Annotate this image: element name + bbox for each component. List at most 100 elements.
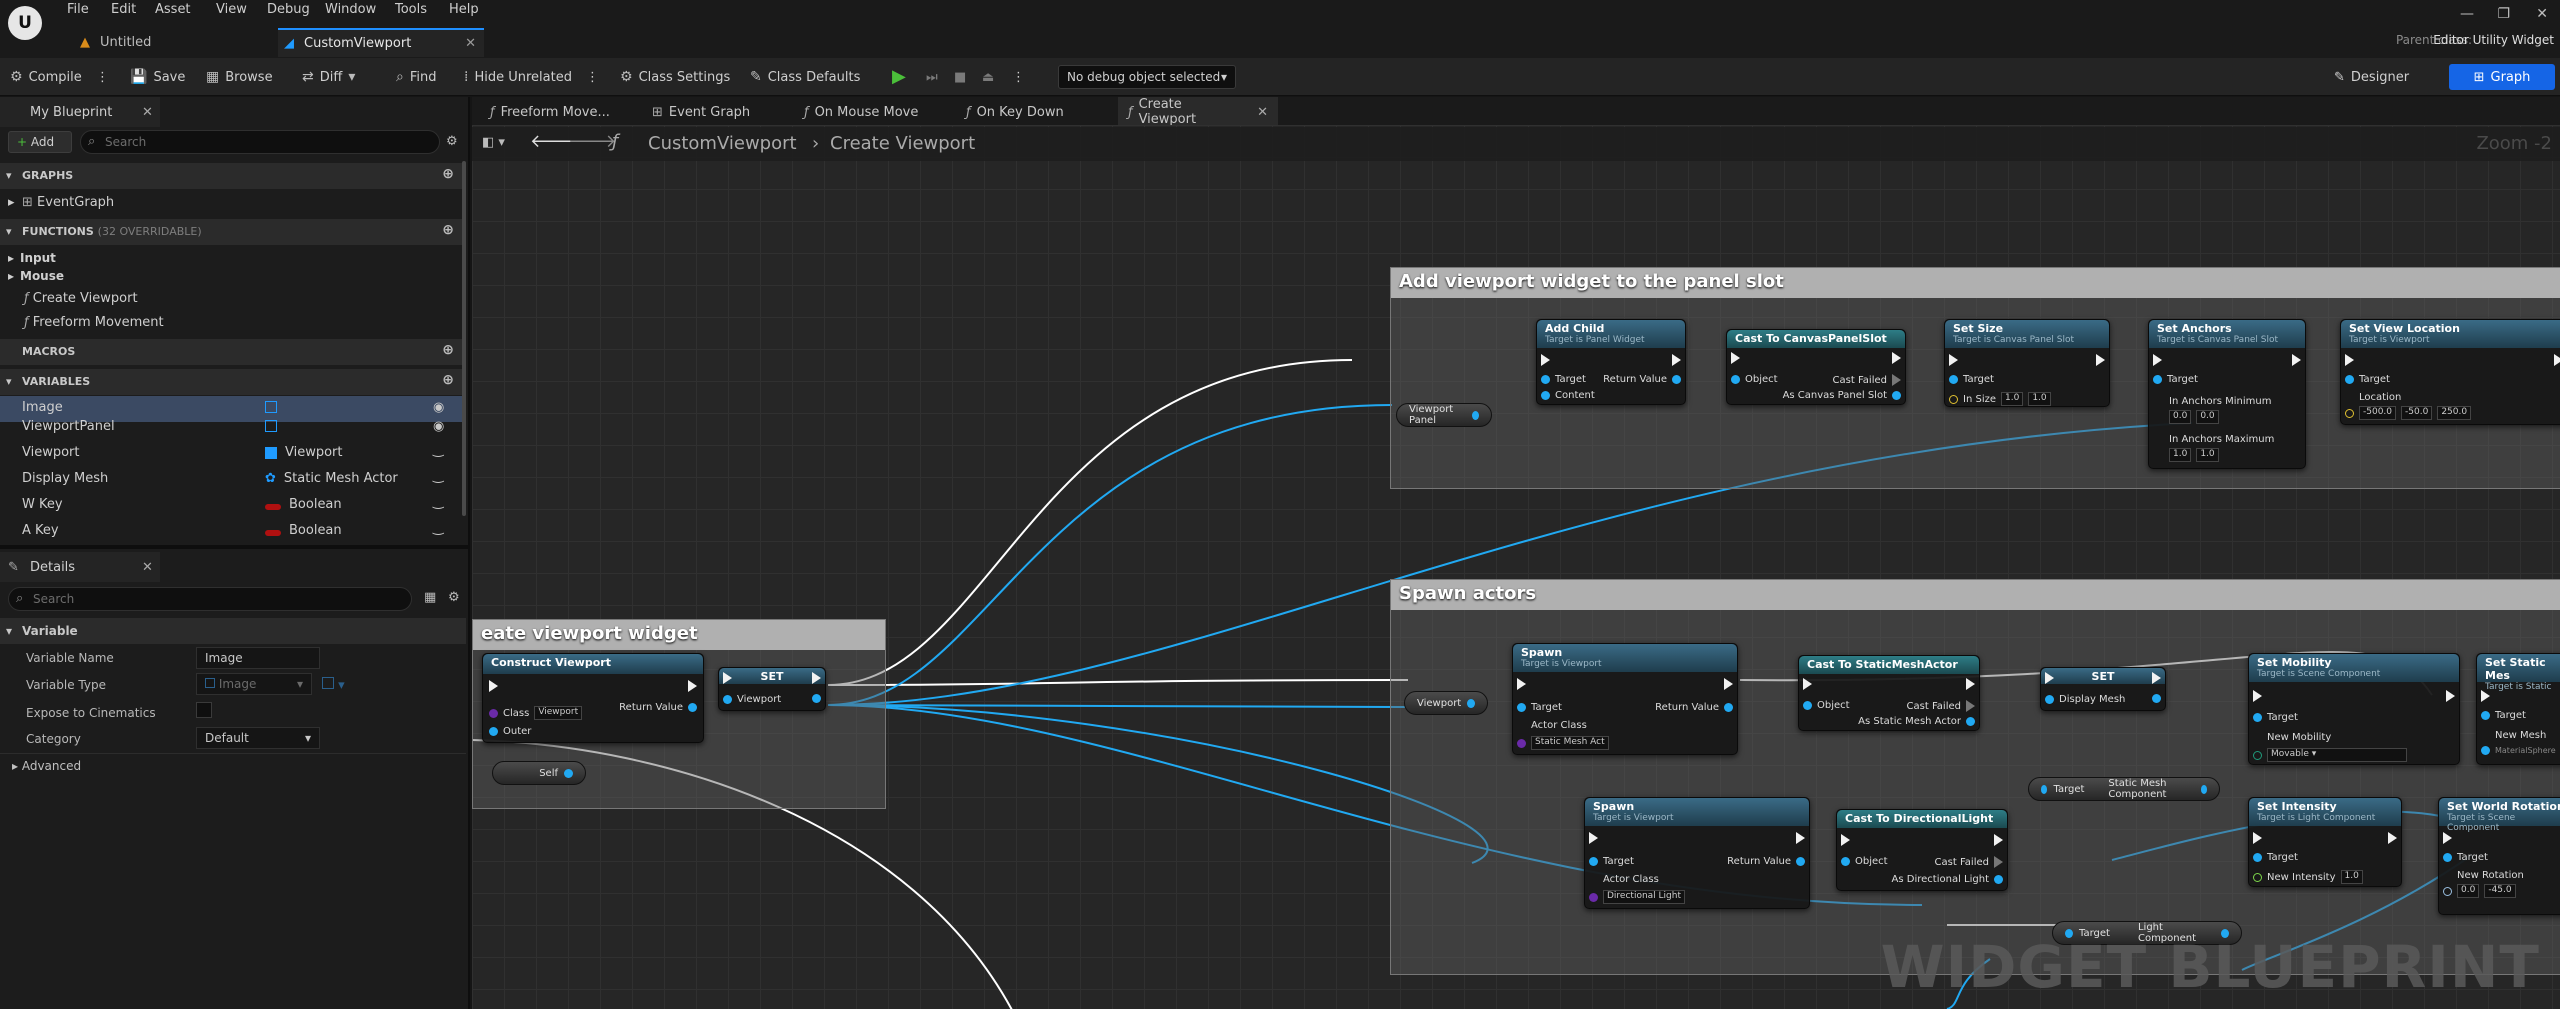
object-pin-icon[interactable] (2253, 713, 2262, 722)
object-pin-icon[interactable] (1892, 391, 1901, 400)
eye-icon[interactable]: ◉ (433, 400, 444, 415)
exec-pin-icon[interactable] (2045, 672, 2054, 684)
variable-row[interactable]: W Key Boolean ‿ (0, 493, 466, 519)
float-pin-icon[interactable] (2253, 872, 2262, 882)
location-y-field[interactable]: -50.0 (2401, 406, 2433, 420)
exec-pin-icon[interactable] (2481, 690, 2490, 702)
tab-freeform-move[interactable]: ƒ Freeform Move... (480, 97, 620, 127)
panel-splitter[interactable] (0, 545, 468, 549)
exec-pin-icon[interactable] (1724, 678, 1733, 690)
variable-row[interactable]: ViewportPanel ◉ (0, 415, 466, 441)
exec-pin-icon[interactable] (723, 672, 732, 684)
forward-arrow-icon[interactable]: 🡒 (568, 131, 616, 152)
browse-button[interactable]: ▦ Browse (206, 67, 273, 87)
variable-row[interactable]: Display Mesh ✿ Static Mesh Actor ‿ (0, 467, 466, 493)
restore-icon[interactable]: ❐ (2497, 6, 2510, 22)
tab-create-viewport[interactable]: ƒ Create Viewport ✕ (1118, 97, 1278, 127)
actor-class-select[interactable]: Static Mesh Act (1531, 736, 1609, 750)
variable-row[interactable]: A Key Boolean ‿ (0, 519, 466, 545)
designer-button[interactable]: ✎ Designer (2334, 65, 2409, 89)
node-set-intensity[interactable]: Set Intensity Target is Light Component T… (2248, 797, 2402, 887)
exec-pin-icon[interactable] (1892, 374, 1901, 386)
exec-pin-icon[interactable] (2345, 354, 2354, 366)
minimize-icon[interactable]: — (2460, 6, 2474, 22)
gear-icon[interactable]: ⚙ (448, 590, 460, 605)
eye-closed-icon[interactable]: ‿ (433, 469, 443, 484)
size-x-field[interactable]: 1.0 (2001, 392, 2024, 406)
node-static-mesh-component[interactable]: Target Static Mesh Component (2028, 777, 2220, 801)
menu-debug[interactable]: Debug (267, 2, 310, 22)
object-pin-icon[interactable] (1724, 703, 1733, 712)
eye-closed-icon[interactable]: ‿ (433, 521, 443, 536)
node-set-size[interactable]: Set Size Target is Canvas Panel Slot Targ… (1944, 319, 2110, 407)
graphs-section[interactable]: ▾ GRAPHS ⊕ (0, 163, 466, 189)
play-icon[interactable]: ▶ (892, 66, 906, 87)
parent-class-value[interactable]: Editor Utility Widget (2433, 33, 2554, 47)
breadcrumb-root[interactable]: CustomViewport (648, 133, 797, 154)
class-pin-icon[interactable] (1589, 892, 1598, 902)
eye-closed-icon[interactable]: ‿ (433, 495, 443, 510)
doc-tab-customviewport[interactable]: ◢ CustomViewport ✕ (278, 28, 484, 57)
add-function-icon[interactable]: ⊕ (442, 222, 454, 238)
anchor-max-y-field[interactable]: 1.0 (2196, 448, 2219, 462)
node-set-anchors[interactable]: Set Anchors Target is Canvas Panel Slot T… (2148, 319, 2306, 469)
class-pin-icon[interactable] (489, 708, 498, 718)
class-defaults-button[interactable]: ✎ Class Defaults (750, 67, 860, 87)
location-z-field[interactable]: 250.0 (2437, 406, 2472, 420)
enum-pin-icon[interactable] (2253, 750, 2262, 760)
container-type-select[interactable]: ▾ (322, 677, 345, 693)
macros-section[interactable]: MACROS ⊕ (0, 339, 466, 365)
add-graph-icon[interactable]: ⊕ (442, 166, 454, 182)
object-pin-icon[interactable] (1949, 375, 1958, 384)
compile-button[interactable]: ⚙ Compile (10, 67, 82, 87)
anchor-min-x-field[interactable]: 0.0 (2169, 410, 2192, 424)
compile-options-icon[interactable]: ⋮ (96, 67, 109, 87)
exec-pin-icon[interactable] (2152, 672, 2161, 684)
object-pin-icon[interactable] (1472, 410, 1479, 420)
unreal-logo-icon[interactable]: U (8, 6, 42, 40)
node-spawn-directional-light[interactable]: Spawn Target is Viewport Target Return Va… (1584, 797, 1810, 909)
class-settings-button[interactable]: ⚙ Class Settings (620, 67, 730, 87)
variable-details-section[interactable]: ▾ Variable (0, 618, 466, 644)
exec-pin-icon[interactable] (1994, 834, 2003, 846)
exec-pin-icon[interactable] (1803, 678, 1812, 690)
hide-unrelated-button[interactable]: ⁞ Hide Unrelated (464, 67, 572, 87)
object-pin-icon[interactable] (2152, 694, 2161, 703)
exec-pin-icon[interactable] (2388, 832, 2397, 844)
object-pin-icon[interactable] (723, 695, 732, 704)
intensity-field[interactable]: 1.0 (2340, 870, 2363, 884)
object-pin-icon[interactable] (688, 703, 697, 712)
object-pin-icon[interactable] (2481, 711, 2490, 720)
node-cast-static-mesh-actor[interactable]: Cast To StaticMeshActor Object Cast Fail… (1798, 655, 1980, 731)
find-button[interactable]: ⌕ Find (396, 67, 436, 87)
variable-type-select[interactable]: Image ▾ (196, 673, 312, 695)
exec-pin-icon[interactable] (2153, 354, 2162, 366)
object-pin-icon[interactable] (1541, 391, 1550, 400)
debug-object-select[interactable]: No debug object selected ▾ (1058, 65, 1236, 89)
tab-on-mouse-move[interactable]: ƒ On Mouse Move (794, 97, 928, 127)
variables-section[interactable]: ▾ VARIABLES ⊕ (0, 369, 466, 395)
rotation-y-field[interactable]: -45.0 (2484, 884, 2516, 898)
close-icon[interactable]: ✕ (1257, 105, 1268, 120)
object-pin-icon[interactable] (1841, 857, 1850, 866)
graph-canvas[interactable]: Add viewport widget to the panel slot Sp… (472, 125, 2560, 1009)
step-icon[interactable]: ⏭ (926, 67, 938, 87)
object-pin-icon[interactable] (1796, 857, 1805, 866)
node-viewport-panel-get[interactable]: Viewport Panel (1396, 403, 1492, 427)
more-options-icon[interactable]: ⋮ (586, 67, 599, 87)
actor-class-select[interactable]: Directional Light (1603, 890, 1685, 904)
scrollbar[interactable] (462, 161, 466, 516)
exec-pin-icon[interactable] (2446, 690, 2455, 702)
close-window-icon[interactable]: ✕ (2536, 6, 2548, 22)
expose-checkbox[interactable] (196, 702, 212, 718)
stop-icon[interactable]: ■ (954, 67, 966, 87)
exec-pin-icon[interactable] (2096, 354, 2105, 366)
object-pin-icon[interactable] (1541, 375, 1550, 384)
exec-pin-icon[interactable] (2443, 832, 2452, 844)
object-pin-icon[interactable] (1803, 701, 1812, 710)
object-pin-icon[interactable] (1467, 698, 1475, 708)
object-pin-icon[interactable] (564, 768, 573, 778)
exec-pin-icon[interactable] (2253, 690, 2262, 702)
eject-icon[interactable]: ⏏ (982, 67, 994, 87)
functions-section[interactable]: ▾ FUNCTIONS (32 OVERRIDABLE) ⊕ (0, 219, 466, 245)
